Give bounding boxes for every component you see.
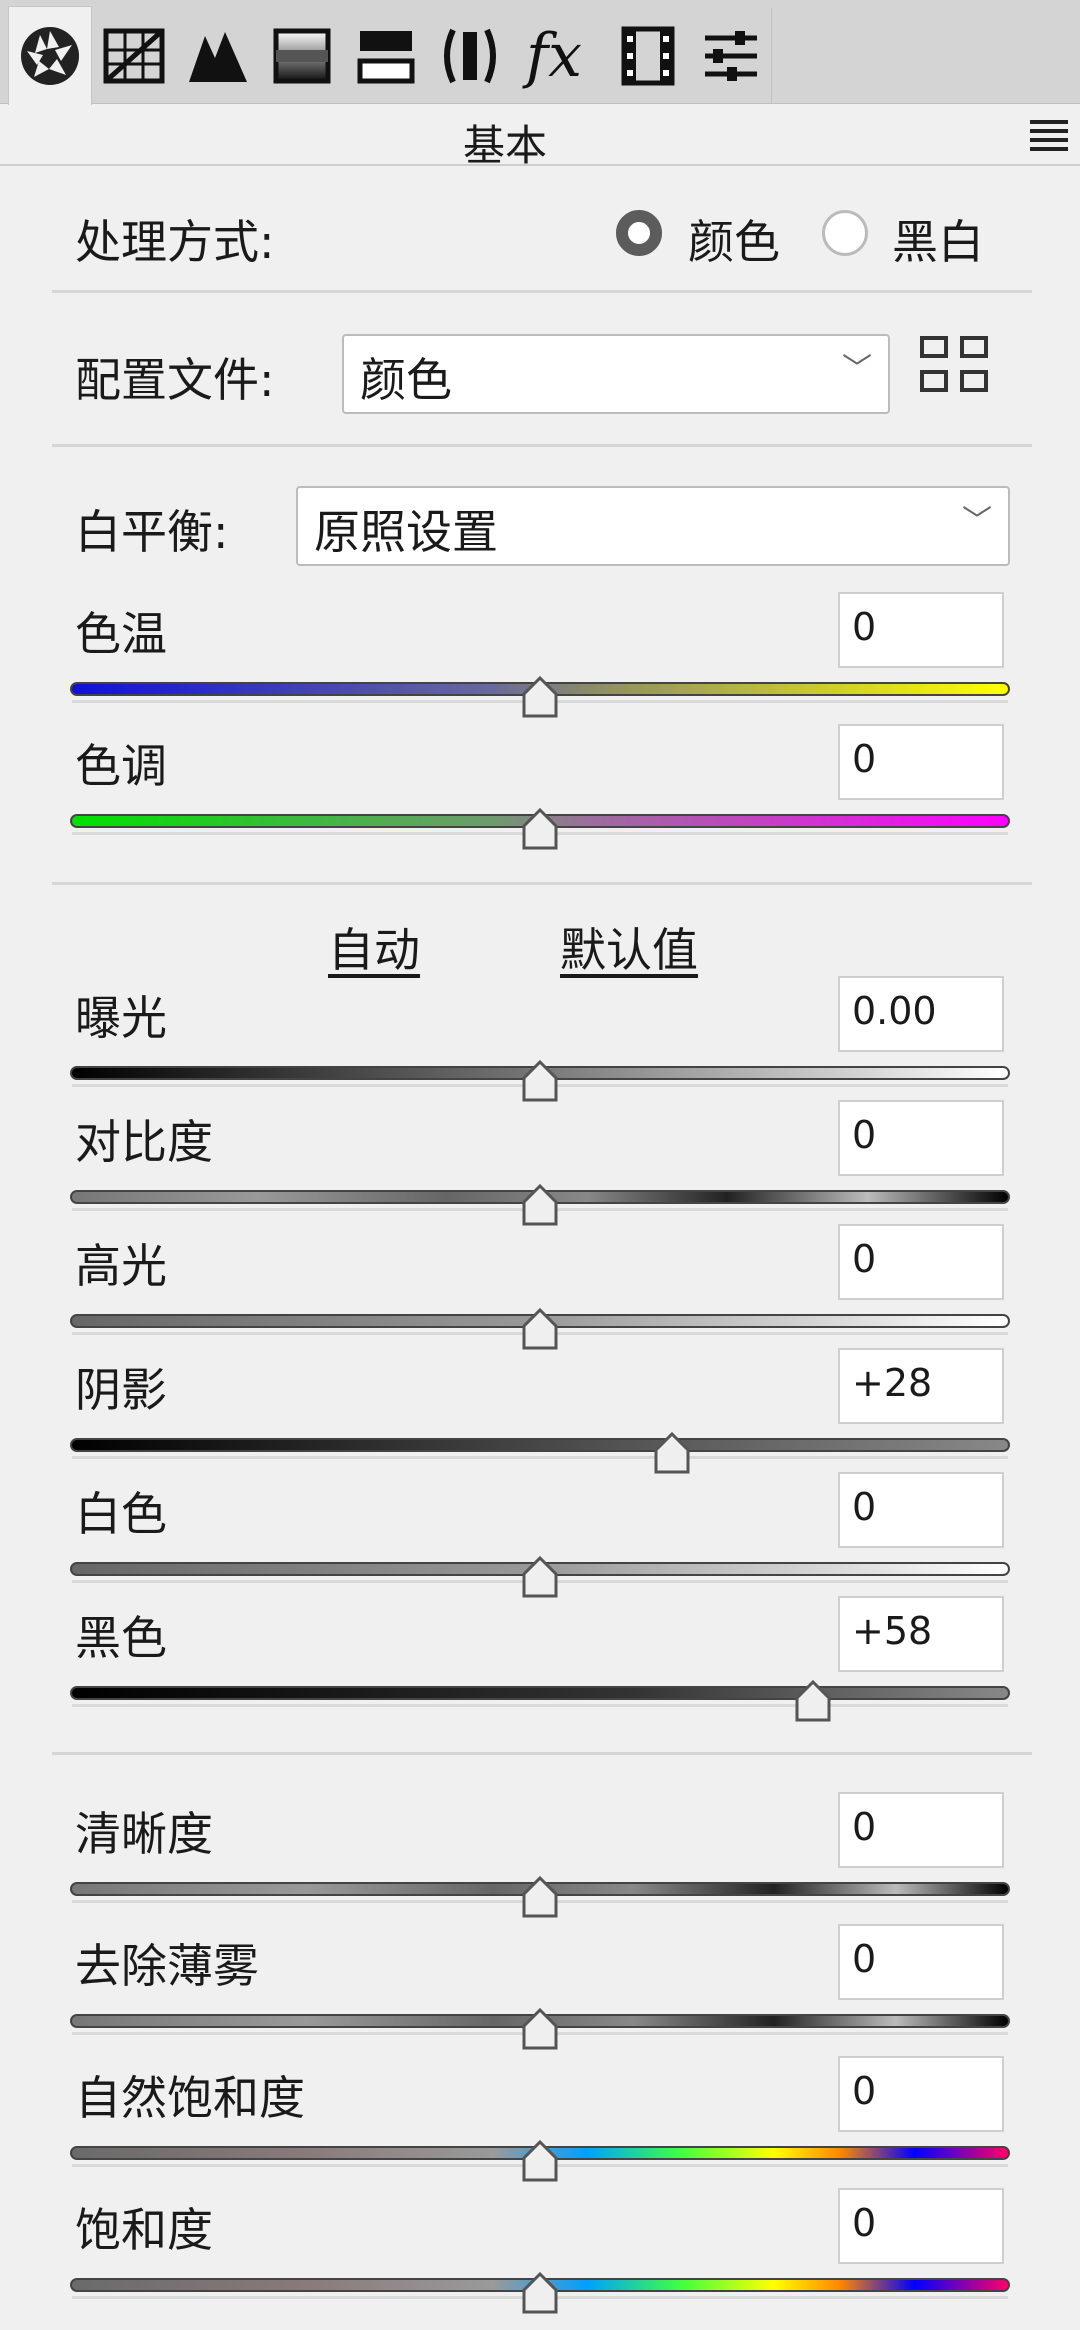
blacks-value-input[interactable]: +58 <box>838 1596 1004 1672</box>
profile-browser-grid-icon[interactable] <box>920 336 996 400</box>
blacks-label: 黑色 <box>75 1611 167 1665</box>
clarity-value-input[interactable]: 0 <box>838 1792 1004 1868</box>
panel-title: 基本 <box>462 121 547 170</box>
split-toning-tab[interactable] <box>344 8 428 104</box>
temp-label: 色温 <box>75 607 167 661</box>
divider <box>52 882 1032 885</box>
default-button[interactable]: 默认值 <box>560 914 698 980</box>
calibration-tab[interactable] <box>606 8 690 104</box>
vibrance-slider-thumb[interactable] <box>520 2139 560 2182</box>
hsl-tab[interactable] <box>260 8 344 104</box>
temp-value-input[interactable]: 0 <box>838 592 1004 668</box>
treatment-color-label[interactable]: 颜色 <box>688 206 780 272</box>
divider <box>52 290 1032 293</box>
treatment-label: 处理方式: <box>75 215 275 269</box>
highlights-label: 高光 <box>75 1239 167 1293</box>
split-toning-icon <box>357 31 415 84</box>
fx-icon: fx <box>525 21 583 91</box>
shadows-label: 阴影 <box>75 1363 167 1417</box>
whites-slider-thumb[interactable] <box>520 1555 560 1598</box>
clarity-label: 清晰度 <box>75 1807 213 1861</box>
exposure-label: 曝光 <box>75 991 167 1045</box>
dehaze-slider-thumb[interactable] <box>520 2007 560 2050</box>
shadows-slider-track[interactable] <box>70 1438 1010 1452</box>
shadows-value-input[interactable]: +28 <box>838 1348 1004 1424</box>
treatment-bw-label[interactable]: 黑白 <box>892 206 984 272</box>
auto-button[interactable]: 自动 <box>328 914 420 980</box>
saturation-value-input[interactable]: 0 <box>838 2188 1004 2264</box>
saturation-slider-thumb[interactable] <box>520 2271 560 2314</box>
treatment-bw-radio[interactable] <box>822 210 868 256</box>
saturation-label: 饱和度 <box>75 2203 213 2257</box>
clarity-slider-thumb[interactable] <box>520 1875 560 1918</box>
highlights-value-input[interactable]: 0 <box>838 1224 1004 1300</box>
treatment-color-radio[interactable] <box>616 210 662 256</box>
detail-tab[interactable] <box>176 8 260 104</box>
tint-slider-thumb[interactable] <box>520 807 560 850</box>
slider-track-shadow <box>72 1456 1008 1459</box>
vibrance-label: 自然饱和度 <box>75 2071 305 2125</box>
vibrance-value-input[interactable]: 0 <box>838 2056 1004 2132</box>
divider <box>52 1752 1032 1755</box>
panel-menu-icon[interactable] <box>1030 120 1068 152</box>
panel-tabs-toolbar: fx <box>0 0 1080 105</box>
contrast-label: 对比度 <box>75 1115 213 1169</box>
chevron-down-icon: ﹀ <box>842 352 872 387</box>
effects-tab[interactable]: fx <box>512 8 596 104</box>
slider-track-shadow <box>72 1704 1008 1707</box>
lens-icon <box>444 28 496 84</box>
whites-value-input[interactable]: 0 <box>838 1472 1004 1548</box>
dehaze-value-input[interactable]: 0 <box>838 1924 1004 2000</box>
white-balance-dropdown[interactable]: 原照设置 ﹀ <box>296 486 1010 566</box>
aperture-icon <box>21 27 79 85</box>
detail-icon <box>189 32 247 82</box>
sliders-icon <box>704 31 757 81</box>
panel-header: 基本 <box>0 106 1080 170</box>
temp-slider-thumb[interactable] <box>520 675 560 718</box>
blacks-slider-thumb[interactable] <box>793 1679 833 1722</box>
tone-curve-tab[interactable] <box>92 8 176 104</box>
white-balance-label: 白平衡: <box>75 505 229 559</box>
profile-label: 配置文件: <box>75 353 275 407</box>
contrast-slider-thumb[interactable] <box>520 1183 560 1226</box>
tone-curve-icon <box>103 28 165 84</box>
presets-tab[interactable] <box>690 8 772 104</box>
divider <box>52 444 1032 447</box>
chevron-down-icon: ﹀ <box>962 504 992 539</box>
white-balance-value: 原照设置 <box>314 505 498 559</box>
profile-dropdown[interactable]: 颜色 ﹀ <box>342 334 890 414</box>
highlights-slider-thumb[interactable] <box>520 1307 560 1350</box>
blacks-slider-track[interactable] <box>70 1686 1010 1700</box>
lens-tab[interactable] <box>428 8 512 104</box>
profile-value: 颜色 <box>360 353 452 407</box>
tint-value-input[interactable]: 0 <box>838 724 1004 800</box>
dehaze-label: 去除薄雾 <box>75 1939 259 1993</box>
exposure-slider-thumb[interactable] <box>520 1059 560 1102</box>
hsl-icon <box>273 28 331 84</box>
exposure-value-input[interactable]: 0.00 <box>838 976 1004 1052</box>
tint-label: 色调 <box>75 739 167 793</box>
whites-label: 白色 <box>75 1487 167 1541</box>
shadows-slider-thumb[interactable] <box>652 1431 692 1474</box>
calibration-icon <box>621 26 675 86</box>
contrast-value-input[interactable]: 0 <box>838 1100 1004 1176</box>
basic-tab[interactable] <box>8 6 92 105</box>
